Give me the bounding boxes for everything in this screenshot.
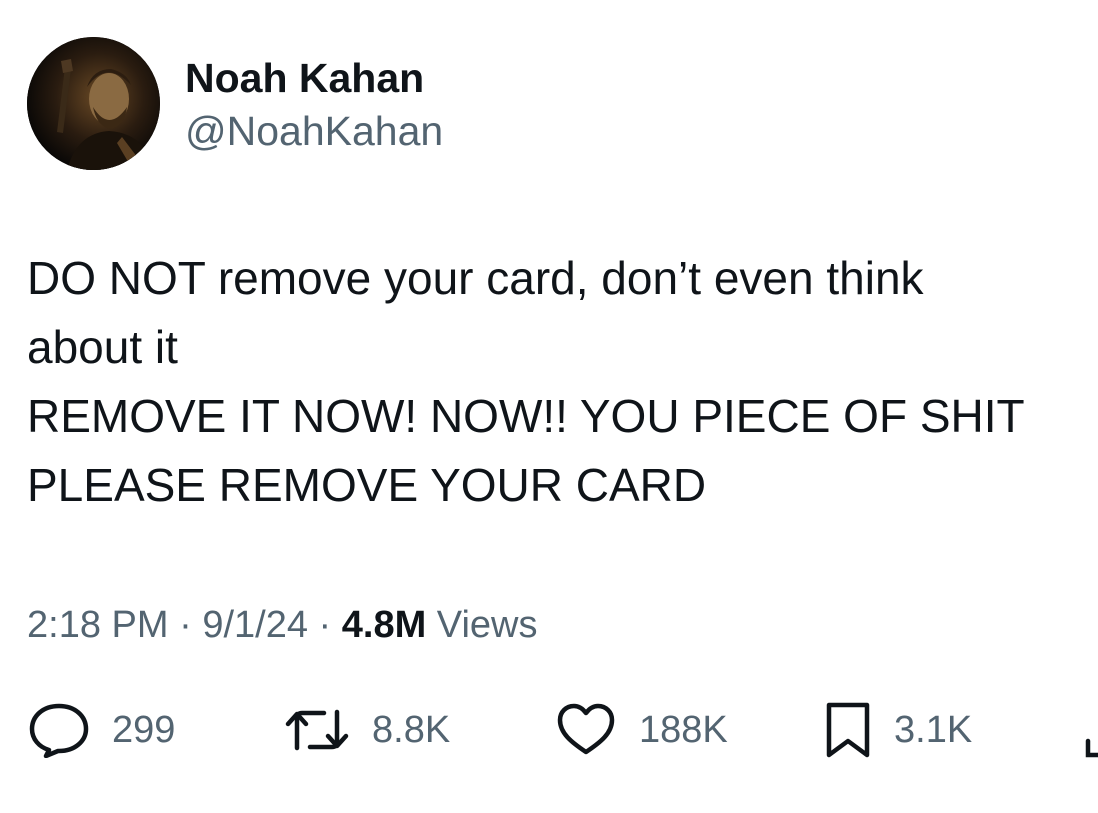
tweet-text: DO NOT remove your card, don’t even thin… [27, 244, 1077, 520]
speech-bubble-icon [28, 702, 90, 758]
share-button[interactable] [1082, 690, 1098, 770]
author-display-name[interactable]: Noah Kahan [185, 54, 424, 102]
author-handle[interactable]: @NoahKahan [185, 107, 443, 155]
reply-button[interactable]: 299 [28, 690, 175, 770]
avatar[interactable] [27, 37, 160, 170]
repost-button[interactable]: 8.8K [284, 690, 450, 770]
meta-separator: · [179, 604, 192, 646]
meta-separator: · [318, 604, 332, 646]
tweet-text-line: DO NOT remove your card, don’t even thin… [27, 252, 924, 304]
tweet-text-line: PLEASE REMOVE YOUR CARD [27, 459, 707, 511]
tweet-time[interactable]: 2:18 PM [27, 604, 169, 646]
heart-icon [555, 702, 617, 758]
repost-count: 8.8K [372, 708, 451, 751]
views-label: Views [436, 604, 538, 646]
like-count: 188K [639, 708, 728, 751]
action-bar: 299 8.8K 188K 3.1K [0, 690, 1098, 770]
tweet-text-line: REMOVE IT NOW! NOW!! YOU PIECE OF SHIT [27, 390, 1025, 442]
views-count: 4.8M [341, 604, 427, 646]
bookmark-button[interactable]: 3.1K [824, 690, 972, 770]
tweet-card: Noah Kahan @NoahKahan DO NOT remove your… [0, 0, 1098, 813]
bookmark-count: 3.1K [894, 708, 973, 751]
avatar-photo [27, 37, 160, 170]
share-icon [1082, 701, 1098, 759]
tweet-date[interactable]: 9/1/24 [202, 604, 308, 646]
like-button[interactable]: 188K [555, 690, 728, 770]
bookmark-icon [824, 701, 872, 759]
repost-arrows-icon [284, 704, 350, 756]
reply-count: 299 [112, 708, 176, 751]
tweet-text-line: about it [27, 321, 178, 373]
tweet-meta: 2:18 PM · 9/1/24 · 4.8M Views [27, 600, 537, 650]
